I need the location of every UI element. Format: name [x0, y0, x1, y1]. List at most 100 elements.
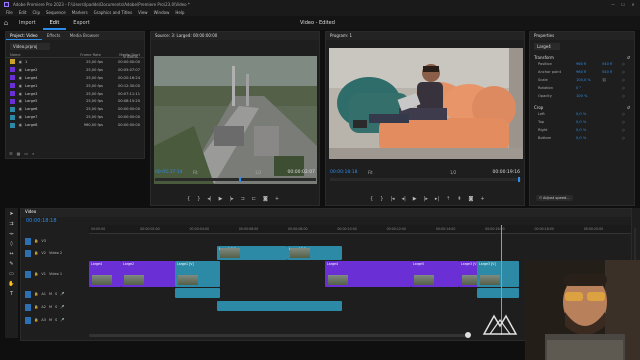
menu-edit[interactable]: Edit	[19, 10, 27, 15]
reset-icon[interactable]: ↺	[627, 105, 630, 110]
menu-sequence[interactable]: Sequence	[46, 10, 66, 15]
minimize-button[interactable]: —	[610, 2, 616, 7]
crop-top-value[interactable]: 0,0 %	[576, 120, 602, 124]
tab-project[interactable]: Project: Video	[6, 32, 42, 40]
audio-clip[interactable]	[175, 288, 220, 298]
label-color-swatch[interactable]	[10, 91, 15, 96]
keyframe-icon[interactable]: ◇	[622, 70, 625, 74]
mark-in-icon[interactable]: {	[187, 196, 190, 202]
program-fit-select[interactable]: Fit	[368, 170, 373, 175]
mute-button[interactable]: M	[49, 305, 52, 309]
col-frame-rate[interactable]: Frame Rate	[62, 53, 101, 57]
crop-left-value[interactable]: 0,0 %	[576, 112, 602, 116]
camera-icon[interactable]: ◙	[468, 196, 473, 202]
pen-tool-icon[interactable]: ✎	[9, 261, 13, 267]
tab-export[interactable]: Export	[66, 16, 96, 30]
lift-icon[interactable]: ⇡	[446, 196, 450, 202]
link-icon[interactable]: ⛓	[602, 78, 622, 82]
crop-right-value[interactable]: 0,0 %	[576, 128, 602, 132]
video-clip[interactable]: Large4 [V]	[287, 246, 342, 260]
menu-view[interactable]: View	[138, 10, 148, 15]
mark-out-icon[interactable]: }	[380, 196, 383, 202]
play-icon[interactable]: ▶	[413, 196, 417, 202]
lock-icon[interactable]: 🔒	[34, 239, 38, 243]
step-forward-icon[interactable]: |▸	[229, 196, 233, 202]
menu-file[interactable]: File	[6, 10, 13, 15]
step-back-icon[interactable]: ◂|	[207, 196, 211, 202]
lock-icon[interactable]: 🔒	[34, 318, 38, 322]
project-item[interactable]: ▣ Large7 25,00 fps 00:00:00:00	[6, 113, 144, 121]
video-clip[interactable]: Large1 [V]	[175, 261, 220, 287]
source-scrubber[interactable]	[155, 177, 316, 182]
project-item[interactable]: ▣ 1 25,00 fps 00:00:00:00	[6, 58, 144, 66]
source-resolution-select[interactable]: 1/2	[255, 170, 261, 175]
go-to-in-icon[interactable]: |◂	[390, 196, 394, 202]
keyframe-icon[interactable]: ◇	[622, 78, 625, 82]
menu-clip[interactable]: Clip	[32, 10, 40, 15]
label-color-swatch[interactable]	[10, 106, 15, 112]
add-icon[interactable]: +	[275, 196, 279, 202]
razor-tool-icon[interactable]: ◊	[10, 241, 12, 247]
label-color-swatch[interactable]	[10, 114, 15, 120]
sequence-tab[interactable]: Video	[21, 208, 40, 215]
video-clip[interactable]: Large5	[411, 261, 459, 287]
lock-icon[interactable]: 🔒	[34, 305, 38, 309]
audio-clip[interactable]	[477, 288, 519, 298]
project-item[interactable]: ▣ Large4 25,00 fps 00:20:16:24	[6, 74, 144, 82]
scale-value[interactable]: 100,0 %	[576, 78, 602, 82]
project-item[interactable]: ▣ Large5 25,00 fps 00:08:15:20	[6, 97, 144, 105]
adjust-speed-button[interactable]: ⏱ Adjust speed...	[536, 195, 573, 201]
position-y[interactable]: 540 fl	[602, 62, 622, 66]
menu-window[interactable]: Window	[154, 10, 170, 15]
track-target-toggle[interactable]	[25, 270, 31, 278]
home-icon[interactable]: ⌂	[0, 19, 12, 27]
label-color-swatch[interactable]	[10, 59, 15, 65]
lock-icon[interactable]: 🔒	[34, 251, 38, 255]
track-target-toggle[interactable]	[25, 290, 31, 298]
keyframe-icon[interactable]: ◇	[622, 62, 625, 66]
solo-button[interactable]: S	[55, 305, 57, 309]
program-scrubber[interactable]	[330, 177, 521, 182]
project-item[interactable]: ▣ Large1 25,00 fps 00:12:30:00	[6, 82, 144, 90]
tab-media-browser[interactable]: Media Browser	[66, 32, 104, 40]
new-bin-icon[interactable]: ▭	[24, 151, 28, 156]
extract-icon[interactable]: ⇞	[457, 196, 461, 202]
hand-tool-icon[interactable]: ✋	[8, 281, 14, 287]
slip-tool-icon[interactable]: ↔	[9, 251, 13, 257]
program-timecode-current[interactable]: 00:00:18:18	[330, 170, 357, 175]
camera-icon[interactable]: ◙	[263, 196, 268, 202]
keyframe-icon[interactable]: ◇	[622, 86, 625, 90]
project-item[interactable]: ▣ Large3 25,00 fps 00:07:11:11	[6, 90, 144, 98]
overwrite-icon[interactable]: ⊏	[252, 196, 256, 202]
ripple-edit-icon[interactable]: ⟛	[9, 231, 14, 237]
tab-effects[interactable]: Effects	[43, 32, 65, 40]
label-color-swatch[interactable]	[10, 67, 15, 73]
scrollbar-handle[interactable]	[465, 332, 471, 338]
maximize-button[interactable]: ☐	[620, 2, 626, 7]
col-name[interactable]: Name	[10, 53, 62, 57]
label-color-swatch[interactable]	[10, 75, 15, 81]
anchor-x[interactable]: 960 fl	[576, 70, 602, 74]
video-clip[interactable]: Large4	[325, 261, 411, 287]
track-select-icon[interactable]: ⇉	[9, 221, 13, 227]
label-color-swatch[interactable]	[10, 83, 15, 89]
insert-icon[interactable]: ⊐	[241, 196, 245, 202]
track-target-toggle[interactable]	[25, 316, 31, 324]
play-icon[interactable]: ▶	[219, 196, 223, 202]
tab-import[interactable]: Import	[12, 16, 43, 30]
track-target-toggle[interactable]	[25, 237, 31, 245]
mark-in-icon[interactable]: {	[370, 196, 373, 202]
keyframe-icon[interactable]: ◇	[622, 112, 625, 116]
crop-bottom-value[interactable]: 0,0 %	[576, 136, 602, 140]
menu-graphics[interactable]: Graphics and Titles	[94, 10, 132, 15]
position-x[interactable]: 960 fl	[576, 62, 602, 66]
icon-view-icon[interactable]: ▦	[17, 151, 21, 156]
search-icon[interactable]: ⌕	[32, 151, 34, 156]
mute-button[interactable]: M	[49, 292, 52, 296]
close-button[interactable]: ✕	[630, 2, 636, 7]
time-ruler[interactable]: 00:00:00 00:00:02:00 00:00:04:00 00:00:06:0…	[89, 225, 631, 234]
label-color-swatch[interactable]	[10, 98, 15, 104]
video-clip[interactable]: Large2	[121, 261, 175, 287]
menu-markers[interactable]: Markers	[72, 10, 88, 15]
list-view-icon[interactable]: ☰	[9, 151, 13, 156]
